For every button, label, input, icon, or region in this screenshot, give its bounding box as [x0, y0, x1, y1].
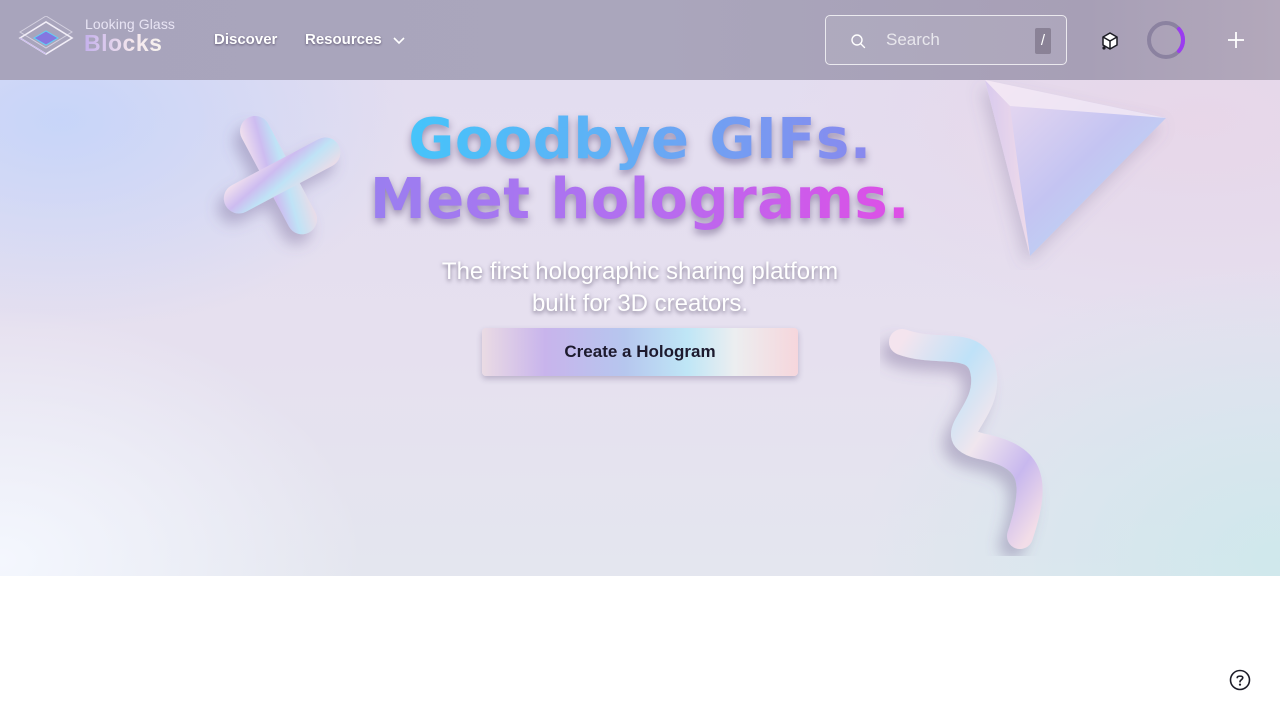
search-icon: [851, 34, 866, 49]
brand-name-big: Blocks: [84, 30, 163, 56]
help-icon[interactable]: [1229, 669, 1251, 691]
create-hologram-button[interactable]: Create a Hologram: [482, 328, 798, 376]
search-shortcut-hint: /: [1035, 28, 1051, 54]
hero-headline-line1: Goodbye GIFs.: [408, 107, 872, 172]
nav-resources-dropdown[interactable]: Resources: [305, 31, 406, 48]
search-input[interactable]: [886, 28, 1026, 52]
chevron-down-icon: [393, 36, 405, 44]
decorative-squiggle-shape-icon: [889, 329, 1043, 549]
hero-section: Goodbye GIFs. Meet holograms. The first …: [0, 0, 1280, 576]
nav-resources-label: Resources: [305, 31, 382, 48]
loading-spinner-icon[interactable]: [1146, 20, 1186, 60]
search-box[interactable]: /: [825, 15, 1067, 65]
hero-subtitle-line1: The first holographic sharing platform: [441, 258, 839, 285]
plus-icon[interactable]: [1226, 30, 1246, 50]
top-navbar: Looking Glass Blocks Discover Resources …: [0, 0, 1280, 80]
hero-headline-line2: Meet holograms.: [370, 167, 910, 232]
cube-icon[interactable]: [1099, 30, 1121, 52]
nav-discover-link[interactable]: Discover: [214, 31, 277, 48]
hero-subtitle-line2: built for 3D creators.: [531, 290, 749, 317]
